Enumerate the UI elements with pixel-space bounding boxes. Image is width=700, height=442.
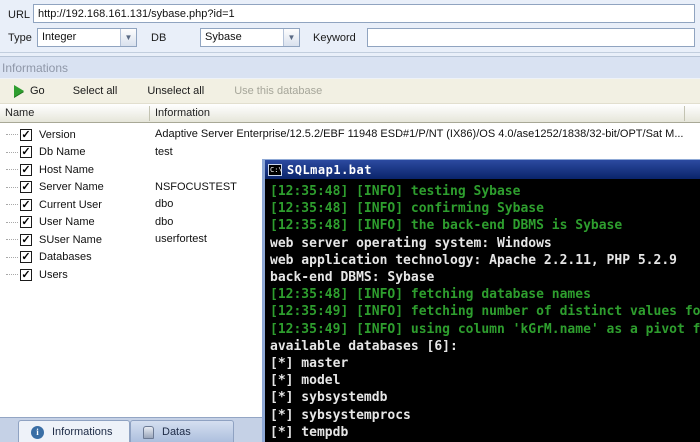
checkbox[interactable]: ✓ — [20, 233, 32, 246]
console-line: [*] sybsystemdb — [270, 390, 388, 406]
table-header: Name Information — [0, 104, 700, 123]
tree-branch — [6, 239, 18, 241]
row-name: User Name — [39, 216, 95, 229]
tree-branch — [6, 169, 18, 171]
use-this-database-label: Use this database — [234, 85, 323, 97]
console-line: web application technology: Apache 2.2.1… — [270, 252, 677, 268]
console-line: [12:35:49] [INFO] fetching number of dis… — [270, 304, 700, 320]
console-line: [*] tempdb — [270, 424, 349, 440]
checkbox[interactable]: ✓ — [20, 216, 32, 229]
column-header-name[interactable]: Name — [5, 107, 34, 119]
row-info: dbo — [155, 215, 174, 228]
select-all-label: Select all — [72, 85, 118, 97]
type-dropdown[interactable]: Integer ▼ — [37, 28, 137, 47]
toolbar: Go Select all Unselect all Use this data… — [0, 79, 700, 104]
row-info: test — [155, 145, 173, 158]
tree-branch — [6, 134, 18, 136]
url-input[interactable] — [33, 4, 695, 23]
column-divider — [684, 106, 685, 121]
row-name: Db Name — [39, 146, 86, 159]
url-label: URL — [8, 9, 31, 21]
db-label: DB — [151, 32, 167, 44]
type-label: Type — [8, 32, 32, 44]
column-header-information[interactable]: Information — [155, 107, 210, 119]
console-line: [12:35:48] [INFO] fetching database name… — [270, 287, 591, 303]
tree-branch — [6, 204, 18, 206]
checkbox[interactable]: ✓ — [20, 251, 32, 264]
chevron-down-icon[interactable]: ▼ — [120, 29, 136, 46]
checkbox[interactable]: ✓ — [20, 146, 32, 159]
tree-branch — [6, 221, 18, 223]
console-line: [*] model — [270, 373, 341, 389]
checkbox[interactable]: ✓ — [20, 198, 32, 211]
sql-injection-tool-window: URL Type Integer ▼ DB Sybase ▼ Keyword I… — [0, 0, 700, 442]
type-dropdown-value: Integer — [42, 31, 77, 43]
select-all-button[interactable]: Select all — [65, 82, 126, 100]
console-title-bar[interactable]: C:\ SQLmap1.bat — [265, 160, 700, 179]
checkbox[interactable]: ✓ — [20, 163, 32, 176]
table-row[interactable]: ✓ Version Adaptive Server Enterprise/12.… — [0, 126, 700, 144]
checkbox[interactable]: ✓ — [20, 268, 32, 281]
console-line: [12:35:48] [INFO] testing Sybase — [270, 184, 521, 199]
row-info: dbo — [155, 198, 174, 210]
checkbox[interactable]: ✓ — [20, 181, 32, 194]
db-dropdown-value: Sybase — [205, 31, 242, 43]
console-output: [12:35:48] [INFO] testing Sybase [12:35:… — [265, 179, 700, 442]
play-icon — [14, 85, 24, 97]
console-line: available databases [6]: — [270, 338, 458, 354]
tab-informations-label: Informations — [52, 426, 113, 438]
use-this-database-button: Use this database — [226, 82, 330, 100]
go-button-label: Go — [30, 85, 45, 97]
console-line: back-end DBMS: Sybase — [270, 270, 435, 286]
row-info: userfortest — [155, 233, 207, 245]
console-line: [*] sybsystemprocs — [270, 407, 411, 423]
row-name: Version — [39, 128, 76, 141]
tree-branch — [6, 274, 18, 276]
checkbox[interactable]: ✓ — [20, 128, 32, 141]
console-line: [12:35:49] [INFO] using column 'kGrM.nam… — [270, 321, 700, 337]
row-name: Users — [39, 268, 68, 281]
chevron-down-icon[interactable]: ▼ — [283, 29, 299, 46]
tree-branch — [6, 151, 18, 153]
console-title: SQLmap1.bat — [287, 162, 372, 177]
go-button[interactable]: Go — [6, 82, 53, 100]
unselect-all-button[interactable]: Unselect all — [139, 82, 212, 100]
row-name: Current User — [39, 198, 102, 211]
info-icon: i — [31, 425, 44, 439]
keyword-label: Keyword — [313, 32, 356, 44]
console-line: web server operating system: Windows — [270, 235, 552, 251]
column-divider — [149, 106, 150, 121]
unselect-all-label: Unselect all — [147, 85, 205, 97]
panel-header: Informations — [0, 57, 700, 79]
console-line: [*] master — [270, 356, 349, 372]
query-form: URL Type Integer ▼ DB Sybase ▼ Keyword — [0, 0, 700, 52]
console-line: [12:35:48] [INFO] confirming Sybase — [270, 201, 544, 217]
tree-branch — [6, 186, 18, 188]
row-name: Host Name — [39, 163, 95, 176]
tab-datas[interactable]: Datas — [130, 420, 234, 442]
tab-informations[interactable]: i Informations — [18, 420, 130, 442]
row-name: SUser Name — [39, 233, 102, 246]
console-window: C:\ SQLmap1.bat [12:35:48] [INFO] testin… — [262, 159, 700, 442]
db-dropdown[interactable]: Sybase ▼ — [200, 28, 300, 47]
tab-datas-label: Datas — [162, 426, 191, 438]
panel-title: Informations — [2, 61, 69, 75]
console-line: [12:35:48] [INFO] the back-end DBMS is S… — [270, 218, 623, 234]
row-name: Server Name — [39, 181, 104, 194]
tree-branch — [6, 256, 18, 258]
row-info: Adaptive Server Enterprise/12.5.2/EBF 11… — [155, 128, 684, 140]
row-info: NSFOCUSTEST — [155, 180, 237, 193]
row-name: Databases — [39, 251, 92, 264]
datas-icon — [143, 425, 154, 439]
cmd-icon: C:\ — [268, 163, 283, 176]
keyword-input[interactable] — [367, 28, 695, 47]
